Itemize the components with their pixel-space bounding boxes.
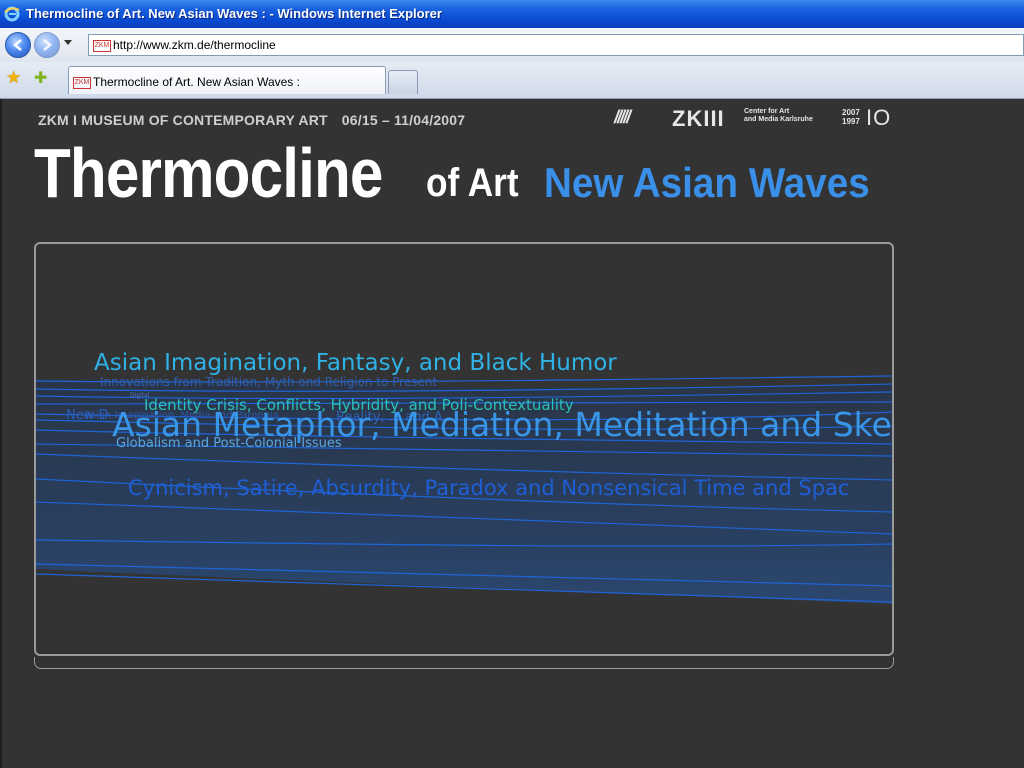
forward-arrow-icon xyxy=(43,39,52,51)
site-favicon-icon: ZKM xyxy=(93,40,111,52)
web-page: ZKM I MUSEUM OF CONTEMPORARY ART 06/15 – … xyxy=(0,99,1024,768)
exhibition-title-main: Thermocline xyxy=(34,134,383,212)
museum-name: ZKM I MUSEUM OF CONTEMPORARY ART xyxy=(38,112,328,128)
add-favorites-icon[interactable]: ✚ xyxy=(34,68,47,87)
tab-thermocline[interactable]: ZKM Thermocline of Art. New Asian Waves … xyxy=(68,66,386,94)
year-top: 2007 xyxy=(842,108,860,117)
recent-pages-dropdown-icon[interactable] xyxy=(64,40,72,45)
museum-header: ZKM I MUSEUM OF CONTEMPORARY ART 06/15 – … xyxy=(38,112,465,128)
back-arrow-icon xyxy=(13,39,22,51)
zkm-logo[interactable]: ///// ZKIII Center for Art and Media Karl… xyxy=(614,105,894,131)
theme-asian-imagination[interactable]: Asian Imagination, Fantasy, and Black Hu… xyxy=(94,350,617,376)
zkm-logo-slashes: ///// xyxy=(614,107,631,127)
tab-label: Thermocline of Art. New Asian Waves : xyxy=(93,75,300,89)
tab-bar: ★ ✚ ZKM Thermocline of Art. New Asian Wa… xyxy=(0,62,1024,99)
theme-globalism[interactable]: Globalism and Post-Colonial Issues xyxy=(116,436,342,451)
forward-button[interactable] xyxy=(34,32,60,58)
theme-innovations[interactable]: Innovations from Tradition, Myth and Rel… xyxy=(100,375,437,389)
zkm-sub-line1: Center for Art xyxy=(744,108,790,115)
new-tab-button[interactable] xyxy=(388,70,418,94)
exhibition-title-blue: New Asian Waves xyxy=(544,159,870,206)
back-button[interactable] xyxy=(5,32,31,58)
address-url[interactable]: http://www.zkm.de/thermocline xyxy=(113,38,276,52)
window-title: Thermocline of Art. New Asian Waves : - … xyxy=(26,6,442,21)
exhibition-title-of: of Art xyxy=(426,161,519,205)
wave-visualization: Asian Imagination, Fantasy, and Black Hu… xyxy=(36,244,892,654)
zkm-logo-name: ZKIII xyxy=(672,106,725,131)
theme-new-d[interactable]: New D xyxy=(66,408,109,423)
zkm-logo-subtitle: Center for Art and Media Karlsruhe xyxy=(744,108,813,124)
zkm-sub-line2: and Media Karlsruhe xyxy=(744,116,813,123)
zkm-logo-years: 2007 1997 xyxy=(842,108,860,126)
tab-favicon-icon: ZKM xyxy=(73,77,91,89)
page-left-border xyxy=(0,99,2,768)
year-bottom: 1997 xyxy=(842,117,860,126)
theme-cynicism[interactable]: Cynicism, Satire, Absurdity, Paradox and… xyxy=(128,476,849,500)
exhibition-dates: 06/15 – 11/04/2007 xyxy=(341,112,466,128)
favorites-star-icon[interactable]: ★ xyxy=(6,68,21,88)
address-input[interactable]: ZKM http://www.zkm.de/thermocline xyxy=(88,34,1024,56)
window-titlebar: Thermocline of Art. New Asian Waves : - … xyxy=(0,0,1024,28)
internet-explorer-icon xyxy=(4,6,20,22)
zkm-logo-anniversary: IO xyxy=(866,105,892,130)
frame-bottom-bar xyxy=(34,657,894,669)
flash-content-frame[interactable]: Asian Imagination, Fantasy, and Black Hu… xyxy=(34,242,894,656)
